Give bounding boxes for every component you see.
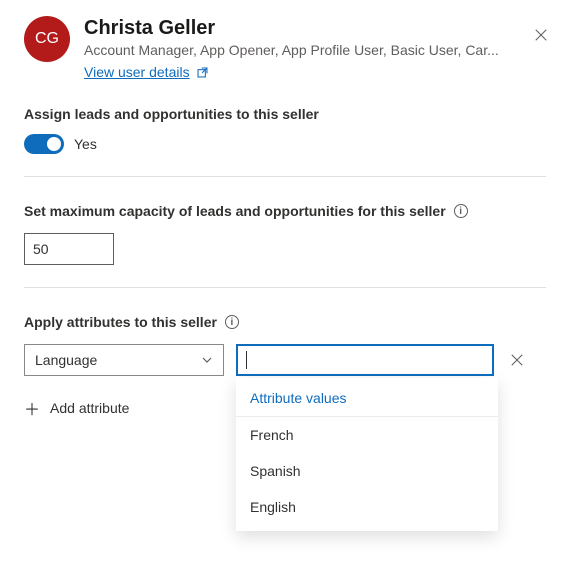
attribute-value-input-wrap[interactable] [236, 344, 494, 376]
close-icon [534, 28, 548, 42]
add-attribute-label: Add attribute [50, 400, 129, 416]
view-user-details-link[interactable]: View user details [84, 64, 209, 80]
capacity-input[interactable] [24, 233, 114, 265]
add-attribute-button[interactable]: ＋ Add attribute [24, 396, 129, 420]
dropdown-item[interactable]: English [236, 489, 498, 525]
attribute-key-value: Language [35, 352, 97, 368]
close-button[interactable] [530, 24, 552, 49]
dropdown-item[interactable]: Spanish [236, 453, 498, 489]
attribute-value-input[interactable] [247, 352, 484, 368]
user-roles: Account Manager, App Opener, App Profile… [84, 42, 546, 58]
assign-toggle[interactable] [24, 134, 64, 154]
attributes-section-label: Apply attributes to this seller [24, 314, 217, 330]
divider [24, 287, 546, 288]
attribute-value-dropdown: Attribute values French Spanish English [236, 378, 498, 531]
info-icon[interactable]: i [454, 204, 468, 218]
remove-attribute-button[interactable] [506, 349, 528, 371]
close-icon [510, 353, 524, 367]
assign-toggle-value: Yes [74, 136, 97, 152]
dropdown-header: Attribute values [236, 378, 498, 417]
dropdown-item[interactable]: French [236, 417, 498, 453]
info-icon[interactable]: i [225, 315, 239, 329]
open-in-new-icon [196, 66, 209, 79]
chevron-down-icon [201, 354, 213, 366]
view-user-details-label: View user details [84, 64, 190, 80]
attribute-key-select[interactable]: Language [24, 344, 224, 376]
plus-icon: ＋ [24, 396, 40, 420]
capacity-section-label: Set maximum capacity of leads and opport… [24, 203, 446, 219]
divider [24, 176, 546, 177]
user-name: Christa Geller [84, 16, 546, 40]
assign-section-label: Assign leads and opportunities to this s… [24, 106, 546, 122]
avatar: CG [24, 16, 70, 62]
